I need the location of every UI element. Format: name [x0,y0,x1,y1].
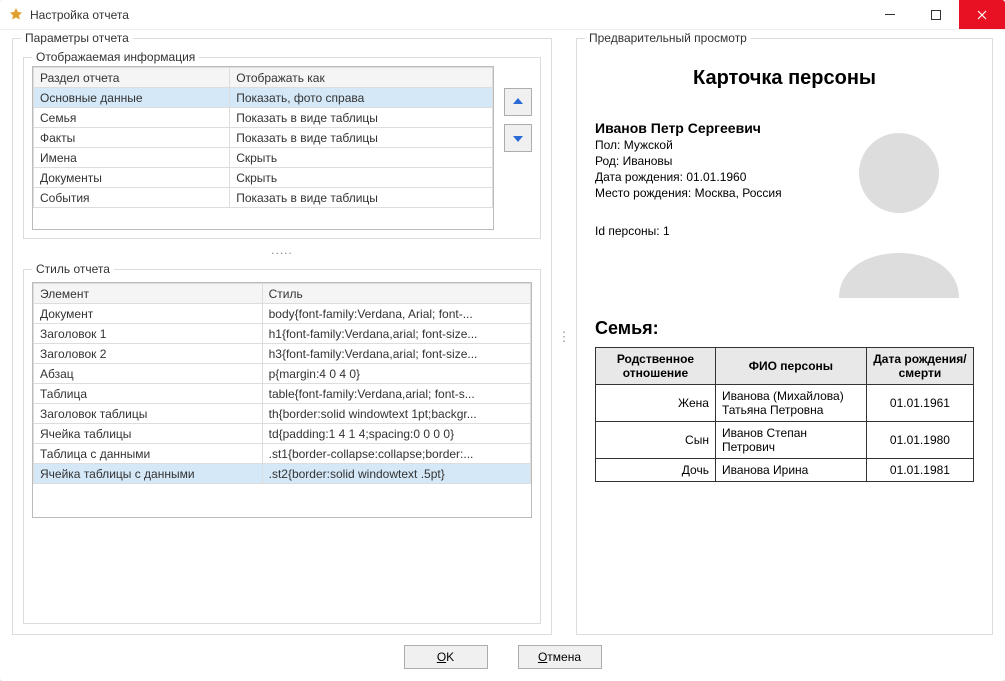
window-title: Настройка отчета [30,8,867,22]
preview-fieldset: Предварительный просмотр Карточка персон… [576,38,993,635]
horizontal-splitter[interactable]: ..... [23,243,541,257]
table-row: ЖенаИванова (Михайлова) Татьяна Петровна… [596,385,974,422]
table-row[interactable]: Таблица с данными.st1{border-collapse:co… [34,444,531,464]
arrow-down-icon [512,132,524,144]
table-header[interactable]: Элемент [34,284,263,304]
display-info-fieldset: Отображаемая информация Раздел отчетаОто… [23,57,541,239]
table-row[interactable]: ДокументыСкрыть [34,168,493,188]
family-table: Родственное отношениеФИО персоныДата рож… [595,347,974,482]
table-row: СынИванов Степан Петрович01.01.1980 [596,422,974,459]
ok-button[interactable]: OK [404,645,488,669]
table-row[interactable]: ИменаСкрыть [34,148,493,168]
table-header[interactable]: Раздел отчета [34,68,230,88]
arrow-up-icon [512,96,524,108]
family-heading: Семья: [595,318,974,339]
maximize-button[interactable] [913,0,959,29]
table-row[interactable]: Таблицаtable{font-family:Verdana,arial; … [34,384,531,404]
style-title: Стиль отчета [32,262,114,276]
move-down-button[interactable] [504,124,532,152]
preview-pane[interactable]: Карточка персоны Иванов Петр Сергеевич П… [587,55,982,624]
table-header[interactable]: Отображать как [230,68,493,88]
style-fieldset: Стиль отчета ЭлементСтильДокументbody{fo… [23,269,541,624]
table-row[interactable]: СемьяПоказать в виде таблицы [34,108,493,128]
params-title: Параметры отчета [21,31,133,45]
display-info-title: Отображаемая информация [32,50,199,64]
params-fieldset: Параметры отчета Отображаемая информация… [12,38,552,635]
table-row[interactable]: Документbody{font-family:Verdana, Arial;… [34,304,531,324]
app-icon [8,7,24,23]
table-row[interactable]: Основные данныеПоказать, фото справа [34,88,493,108]
table-header[interactable]: Стиль [262,284,530,304]
table-row[interactable]: Заголовок таблицыth{border:solid windowt… [34,404,531,424]
titlebar[interactable]: Настройка отчета [0,0,1005,30]
table-row[interactable]: Ячейка таблицыtd{padding:1 4 1 4;spacing… [34,424,531,444]
avatar-placeholder-icon [824,118,974,298]
preview-title: Предварительный просмотр [585,31,751,45]
table-row[interactable]: СобытияПоказать в виде таблицы [34,188,493,208]
preview-heading: Карточка персоны [595,67,974,90]
cancel-button[interactable]: Отмена [518,645,602,669]
minimize-button[interactable] [867,0,913,29]
style-table[interactable]: ЭлементСтильДокументbody{font-family:Ver… [32,282,532,518]
table-row[interactable]: Заголовок 1h1{font-family:Verdana,arial;… [34,324,531,344]
table-row[interactable]: Заголовок 2h3{font-family:Verdana,arial;… [34,344,531,364]
display-table[interactable]: Раздел отчетаОтображать какОсновные данн… [32,66,494,230]
person-name: Иванов Петр Сергеевич [595,120,808,136]
close-button[interactable] [959,0,1005,29]
table-row[interactable]: ФактыПоказать в виде таблицы [34,128,493,148]
report-settings-window: Настройка отчета Параметры отчета Отобра… [0,0,1005,681]
table-row[interactable]: Ячейка таблицы с данными.st2{border:soli… [34,464,531,484]
table-row[interactable]: Абзацp{margin:4 0 4 0} [34,364,531,384]
move-up-button[interactable] [504,88,532,116]
table-row: ДочьИванова Ирина01.01.1981 [596,459,974,482]
vertical-splitter[interactable]: ⋮ [560,38,568,635]
